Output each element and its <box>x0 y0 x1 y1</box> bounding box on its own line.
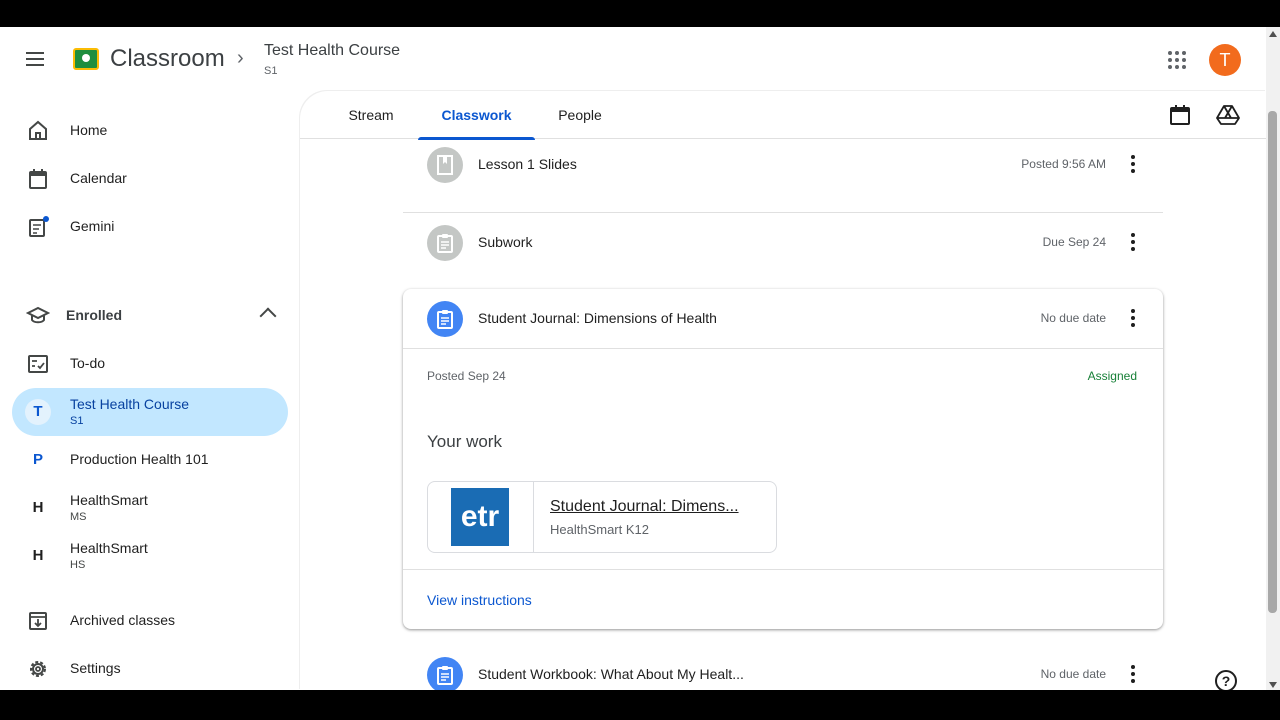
classwork-item-lesson-1-slides[interactable]: Lesson 1 Slides Posted 9:56 AM <box>403 147 1163 213</box>
chevron-right-icon: › <box>237 47 244 69</box>
classwork-item-student-journal[interactable]: Student Journal: Dimensions of Health No… <box>403 289 1163 349</box>
gemini-icon <box>29 216 49 237</box>
sidebar: Home Calendar Gemini Enrolled To-do T Te… <box>0 91 300 690</box>
class-avatar: T <box>25 399 51 425</box>
sidebar-item-settings[interactable]: Settings <box>12 645 288 690</box>
menu-icon[interactable] <box>22 47 50 71</box>
classwork-item-meta: Posted 9:56 AM <box>1021 157 1106 171</box>
more-options-icon[interactable] <box>1127 663 1139 687</box>
divider <box>403 569 1163 570</box>
scrollbar-thumb[interactable] <box>1268 111 1277 613</box>
etr-logo: etr <box>451 488 509 546</box>
class-name: HealthSmart <box>70 540 148 556</box>
more-options-icon[interactable] <box>1127 307 1139 331</box>
classwork-item-title: Subwork <box>478 234 533 250</box>
view-instructions-link[interactable]: View instructions <box>427 592 532 608</box>
class-name: HealthSmart <box>70 492 148 508</box>
classwork-item-title: Lesson 1 Slides <box>478 156 577 172</box>
sidebar-item-gemini[interactable]: Gemini <box>12 203 288 251</box>
course-tabs: Stream Classwork People <box>300 91 1266 140</box>
expanded-assignment-card: Student Journal: Dimensions of Health No… <box>403 289 1163 629</box>
assignment-icon <box>427 225 463 261</box>
sidebar-item-label: Gemini <box>70 218 115 234</box>
classwork-item-meta: No due date <box>1040 667 1106 681</box>
scroll-down-arrow-icon[interactable] <box>1269 682 1277 688</box>
account-avatar[interactable]: T <box>1209 44 1241 76</box>
class-section: MS <box>70 511 87 523</box>
class-avatar: H <box>32 499 44 516</box>
sidebar-item-calendar[interactable]: Calendar <box>12 155 288 203</box>
class-section: HS <box>70 559 86 571</box>
material-icon <box>427 147 463 183</box>
class-avatar: H <box>32 547 44 564</box>
sidebar-item-label: Settings <box>70 660 121 676</box>
class-name: Test Health Course <box>70 396 190 412</box>
classroom-logo[interactable] <box>73 48 99 70</box>
class-section: S1 <box>70 415 84 427</box>
app-title[interactable]: Classroom <box>110 45 225 73</box>
status-badge: Assigned <box>1087 369 1137 383</box>
sidebar-item-label: Calendar <box>70 170 127 186</box>
classwork-item-title: Student Journal: Dimensions of Health <box>478 310 717 326</box>
class-name: Production Health 101 <box>70 451 209 467</box>
your-work-heading: Your work <box>427 432 502 451</box>
classwork-item-title: Student Workbook: What About My Healt... <box>478 666 744 682</box>
more-options-icon[interactable] <box>1127 231 1139 255</box>
sidebar-class-healthsmart-hs[interactable]: H HealthSmart HS <box>12 532 288 580</box>
tab-stream[interactable]: Stream <box>336 91 406 139</box>
chevron-up-icon <box>259 307 277 325</box>
attachment-title[interactable]: Student Journal: Dimens... <box>550 498 760 516</box>
enrolled-label: Enrolled <box>66 307 123 323</box>
classwork-item-meta: Due Sep 24 <box>1042 235 1106 249</box>
classwork-main: Stream Classwork People Lesson 1 Slides … <box>300 91 1266 690</box>
sidebar-item-label: Archived classes <box>70 612 176 628</box>
class-avatar: P <box>32 451 43 468</box>
classwork-item-subwork[interactable]: Subwork Due Sep 24 <box>403 213 1163 273</box>
calendar-icon <box>29 169 47 189</box>
page-scrollbar[interactable] <box>1266 27 1280 690</box>
scroll-up-arrow-icon[interactable] <box>1269 31 1277 37</box>
posted-date: Posted Sep 24 <box>427 369 506 383</box>
more-options-icon[interactable] <box>1127 153 1139 177</box>
sidebar-item-label: Home <box>70 122 108 138</box>
attachment-thumbnail: etr <box>428 482 534 552</box>
assignment-icon <box>427 657 463 690</box>
attachment-source: HealthSmart K12 <box>550 522 649 537</box>
sidebar-item-label: To-do <box>70 355 106 371</box>
sidebar-item-archived-classes[interactable]: Archived classes <box>12 597 288 645</box>
todo-icon <box>28 355 48 373</box>
school-hat-icon <box>26 306 50 324</box>
google-apps-icon[interactable] <box>1168 51 1186 69</box>
sidebar-item-home[interactable]: Home <box>12 107 288 155</box>
attachment-card[interactable]: etr Student Journal: Dimens... HealthSma… <box>427 481 777 553</box>
gear-icon <box>30 661 46 677</box>
tab-people[interactable]: People <box>545 91 615 139</box>
archive-icon <box>29 612 47 630</box>
classwork-item-student-workbook[interactable]: Student Workbook: What About My Healt...… <box>403 645 1163 690</box>
enrolled-section-toggle[interactable]: Enrolled <box>12 292 288 340</box>
classwork-item-meta: No due date <box>1040 311 1106 325</box>
breadcrumb-course-section: S1 <box>264 65 278 77</box>
home-icon <box>29 120 47 140</box>
tab-classwork[interactable]: Classwork <box>418 91 535 140</box>
help-icon[interactable]: ? <box>1215 670 1237 690</box>
top-app-bar: Classroom › Test Health Course S1 T <box>0 27 1266 91</box>
sidebar-class-test-health-course[interactable]: T Test Health Course S1 <box>12 388 288 436</box>
google-drive-icon[interactable] <box>1216 103 1240 127</box>
sidebar-item-todo[interactable]: To-do <box>12 340 288 388</box>
sidebar-class-production-health-101[interactable]: P Production Health 101 <box>12 436 288 484</box>
screen-bottom-border <box>0 690 1280 720</box>
sidebar-class-healthsmart-ms[interactable]: H HealthSmart MS <box>12 484 288 532</box>
breadcrumb-course-title[interactable]: Test Health Course <box>264 42 400 60</box>
google-calendar-icon[interactable] <box>1168 103 1192 127</box>
classroom-window: Classroom › Test Health Course S1 T Home… <box>0 27 1280 690</box>
assignment-icon <box>427 301 463 337</box>
